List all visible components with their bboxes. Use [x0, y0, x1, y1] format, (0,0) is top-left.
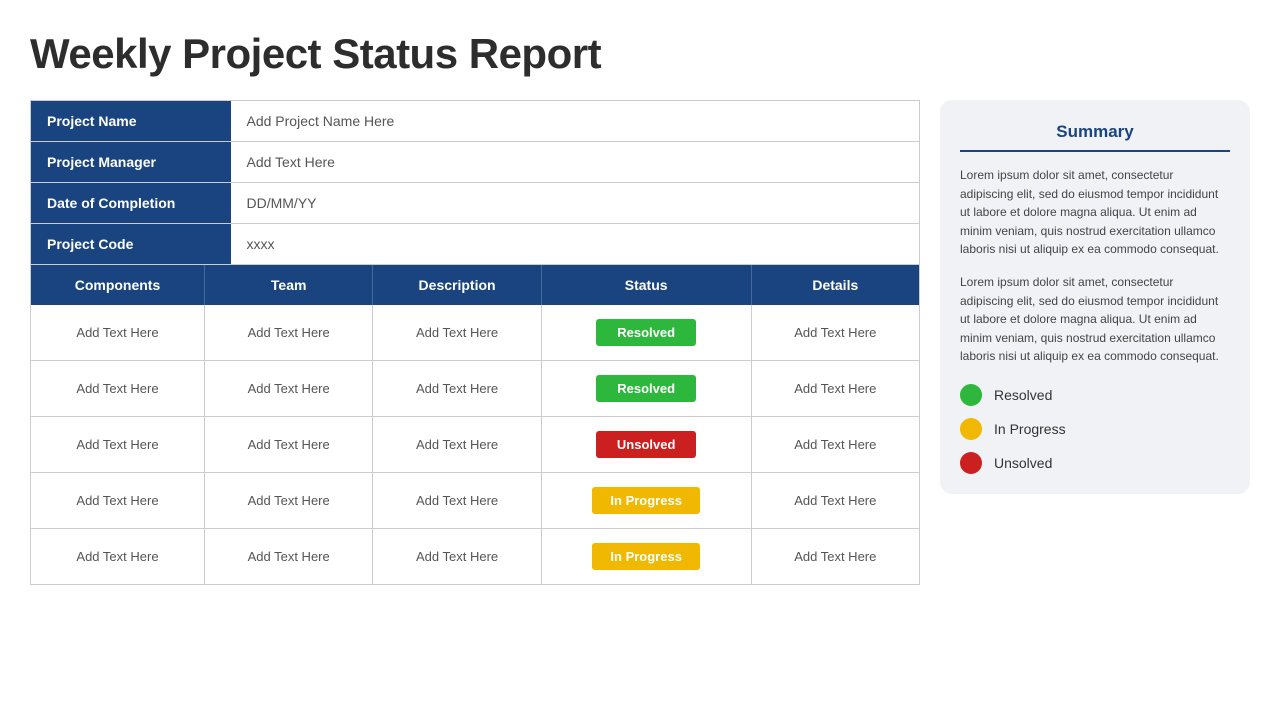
legend-item: In Progress	[960, 418, 1230, 440]
component-cell: Add Text Here	[31, 473, 205, 529]
column-header: Status	[541, 265, 751, 305]
status-cell: In Progress	[541, 529, 751, 585]
summary-title: Summary	[960, 122, 1230, 152]
info-row: Project Name Add Project Name Here	[31, 101, 920, 142]
legend-label: Resolved	[994, 387, 1052, 403]
legend-item: Unsolved	[960, 452, 1230, 474]
component-cell: Add Text Here	[31, 417, 205, 473]
details-cell: Add Text Here	[751, 473, 919, 529]
components-table: ComponentsTeamDescriptionStatusDetails A…	[30, 265, 920, 585]
left-panel: Project Name Add Project Name Here Proje…	[30, 100, 920, 585]
legend-label: Unsolved	[994, 455, 1052, 471]
description-cell: Add Text Here	[373, 417, 541, 473]
column-header: Components	[31, 265, 205, 305]
summary-panel: Summary Lorem ipsum dolor sit amet, cons…	[940, 100, 1250, 494]
info-label: Date of Completion	[31, 183, 231, 224]
legend-dot	[960, 452, 982, 474]
status-badge: Resolved	[596, 375, 696, 402]
details-cell: Add Text Here	[751, 529, 919, 585]
legend-label: In Progress	[994, 421, 1066, 437]
legend-dot	[960, 418, 982, 440]
table-row: Add Text Here Add Text Here Add Text Her…	[31, 473, 920, 529]
summary-paragraph-2: Lorem ipsum dolor sit amet, consectetur …	[960, 273, 1230, 366]
column-header: Team	[204, 265, 372, 305]
info-value: DD/MM/YY	[231, 183, 920, 224]
component-cell: Add Text Here	[31, 529, 205, 585]
table-row: Add Text Here Add Text Here Add Text Her…	[31, 529, 920, 585]
info-label: Project Manager	[31, 142, 231, 183]
column-header: Description	[373, 265, 541, 305]
legend-item: Resolved	[960, 384, 1230, 406]
details-cell: Add Text Here	[751, 361, 919, 417]
legend-dot	[960, 384, 982, 406]
main-layout: Project Name Add Project Name Here Proje…	[30, 100, 1250, 585]
status-badge: In Progress	[592, 487, 700, 514]
info-row: Date of Completion DD/MM/YY	[31, 183, 920, 224]
details-cell: Add Text Here	[751, 305, 919, 361]
details-cell: Add Text Here	[751, 417, 919, 473]
legend: Resolved In Progress Unsolved	[960, 384, 1230, 474]
info-value: Add Text Here	[231, 142, 920, 183]
info-value: Add Project Name Here	[231, 101, 920, 142]
status-badge: Resolved	[596, 319, 696, 346]
description-cell: Add Text Here	[373, 529, 541, 585]
status-badge: In Progress	[592, 543, 700, 570]
status-cell: In Progress	[541, 473, 751, 529]
table-row: Add Text Here Add Text Here Add Text Her…	[31, 417, 920, 473]
component-cell: Add Text Here	[31, 361, 205, 417]
table-row: Add Text Here Add Text Here Add Text Her…	[31, 361, 920, 417]
table-row: Add Text Here Add Text Here Add Text Her…	[31, 305, 920, 361]
team-cell: Add Text Here	[204, 417, 372, 473]
team-cell: Add Text Here	[204, 305, 372, 361]
description-cell: Add Text Here	[373, 361, 541, 417]
info-value: xxxx	[231, 224, 920, 265]
page-title: Weekly Project Status Report	[30, 30, 1250, 78]
status-cell: Resolved	[541, 361, 751, 417]
component-cell: Add Text Here	[31, 305, 205, 361]
team-cell: Add Text Here	[204, 361, 372, 417]
description-cell: Add Text Here	[373, 305, 541, 361]
status-cell: Resolved	[541, 305, 751, 361]
info-table: Project Name Add Project Name Here Proje…	[30, 100, 920, 265]
column-header: Details	[751, 265, 919, 305]
info-label: Project Name	[31, 101, 231, 142]
summary-paragraph-1: Lorem ipsum dolor sit amet, consectetur …	[960, 166, 1230, 259]
team-cell: Add Text Here	[204, 473, 372, 529]
info-row: Project Code xxxx	[31, 224, 920, 265]
status-cell: Unsolved	[541, 417, 751, 473]
status-badge: Unsolved	[596, 431, 696, 458]
description-cell: Add Text Here	[373, 473, 541, 529]
info-label: Project Code	[31, 224, 231, 265]
team-cell: Add Text Here	[204, 529, 372, 585]
info-row: Project Manager Add Text Here	[31, 142, 920, 183]
